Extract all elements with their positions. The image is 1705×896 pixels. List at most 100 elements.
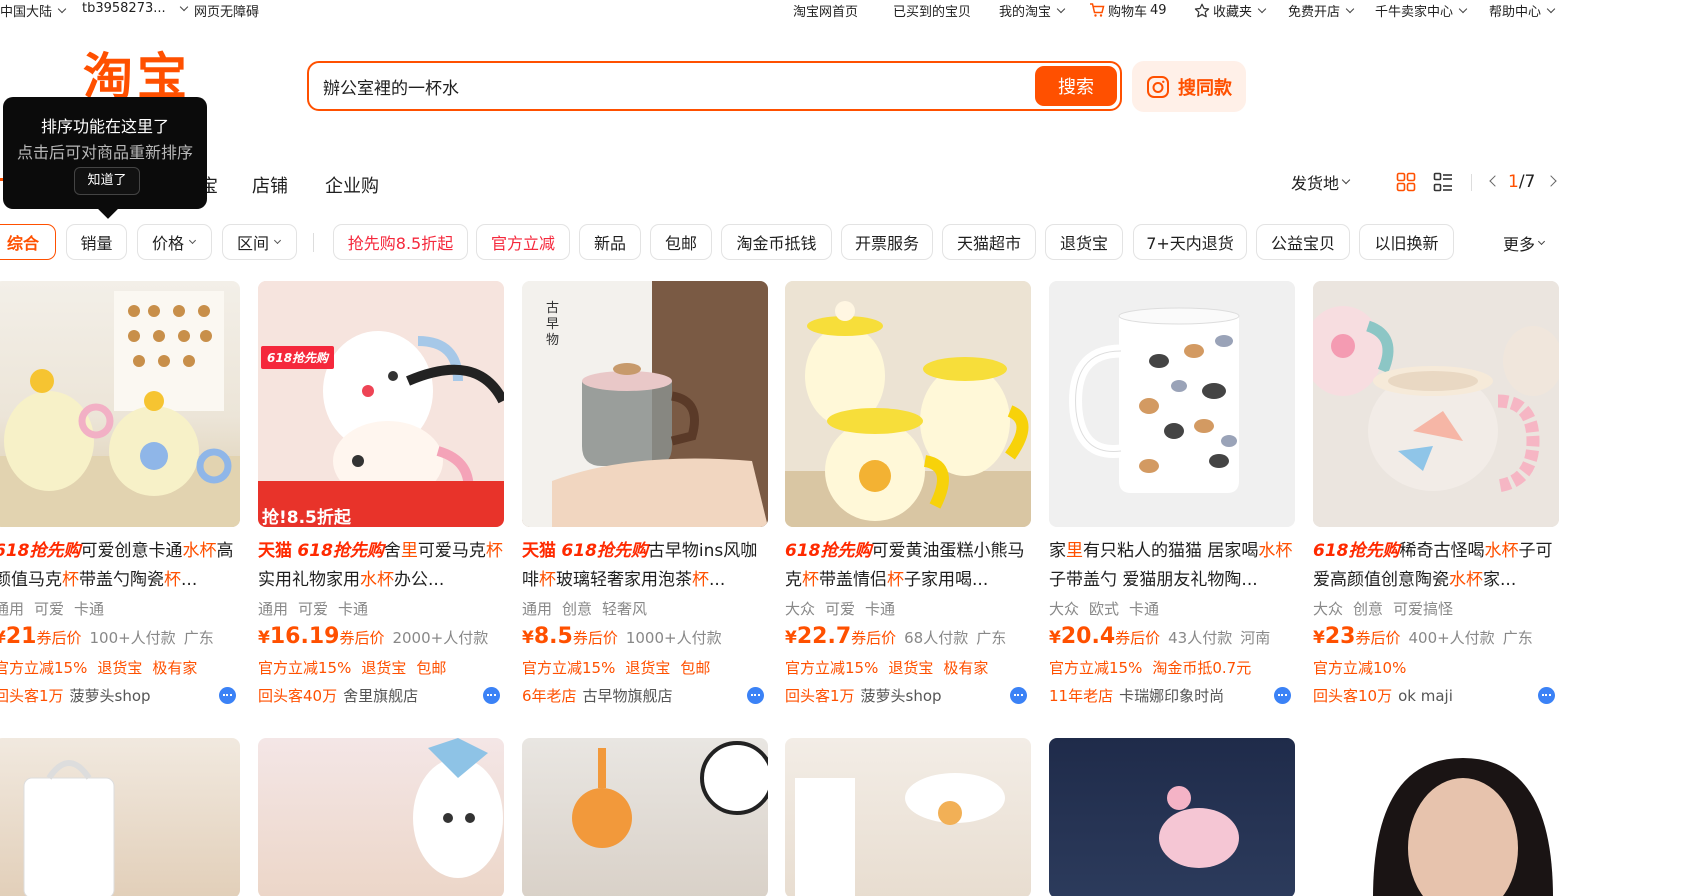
promo: 极有家: [943, 659, 989, 677]
sort-overall-chip[interactable]: 综合: [0, 224, 56, 260]
product-card[interactable]: 家里有只粘人的猫猫 居家喝水杯子带盖勺 爱猫朋友礼物陶... 大众 欧式 卡通 ¥2…: [1049, 281, 1295, 721]
product-image[interactable]: [1313, 738, 1559, 896]
chat-icon[interactable]: [483, 687, 500, 704]
product-card[interactable]: 618抢先购 抢!8.5折起 天猫 618抢先购舍里可爱马克杯实用礼物家用水杯办…: [258, 281, 504, 721]
shop-tag: 回头客1万: [785, 687, 855, 705]
tab-shops[interactable]: 店铺: [252, 172, 288, 198]
promo: 退货宝: [625, 659, 671, 677]
tag: 可爱: [825, 600, 856, 618]
cart-icon: [1090, 3, 1105, 17]
product-image[interactable]: [1049, 281, 1295, 527]
camera-icon: [1147, 75, 1169, 98]
chat-icon[interactable]: [1274, 687, 1291, 704]
prev-page-icon[interactable]: [1489, 175, 1501, 187]
user-menu[interactable]: tb3958273...: [82, 1, 189, 16]
sort-price-chip[interactable]: 价格: [137, 224, 212, 260]
product-image[interactable]: [785, 738, 1031, 896]
tooltip-dismiss-button[interactable]: 知道了: [74, 167, 140, 195]
product-title[interactable]: 618抢先购可爱黄油蛋糕小熊马克杯带盖情侣杯子家用喝...: [785, 537, 1031, 595]
product-title[interactable]: 家里有只粘人的猫猫 居家喝水杯子带盖勺 爱猫朋友礼物陶...: [1049, 537, 1295, 595]
product-card[interactable]: 古早物 天猫 618抢先购古早物ins风咖啡杯玻璃轻奢家用泡茶杯... 通用 创意…: [522, 281, 768, 721]
filter-chip-7day-return[interactable]: 7+天内退货: [1133, 224, 1247, 260]
more-filters-label: 更多: [1503, 235, 1536, 254]
product-title[interactable]: 天猫 618抢先购舍里可爱马克杯实用礼物家用水杯办公...: [258, 537, 504, 595]
cart-link[interactable]: 购物车 49: [1089, 1, 1167, 20]
product-image[interactable]: [258, 738, 504, 896]
sort-price-label: 价格: [151, 234, 184, 253]
next-page-icon[interactable]: [1545, 175, 1557, 187]
filter-chip-return-insurance[interactable]: 退货宝: [1045, 224, 1123, 260]
bought-items-link[interactable]: 已买到的宝贝: [893, 1, 971, 20]
product-image[interactable]: 618抢先购 抢!8.5折起: [258, 281, 504, 527]
search-same-style-button[interactable]: 搜同款: [1132, 61, 1246, 112]
chip-label: 淘金币抵钱: [736, 234, 817, 253]
chat-icon[interactable]: [1538, 687, 1555, 704]
promo: 官方立减15%: [258, 659, 352, 677]
sort-sales-chip[interactable]: 销量: [66, 224, 127, 260]
product-title[interactable]: 天猫 618抢先购古早物ins风咖啡杯玻璃轻奢家用泡茶杯...: [522, 537, 768, 595]
filter-chip-coins[interactable]: 淘金币抵钱: [721, 224, 832, 260]
shop-info[interactable]: 11年老店 卡瑞娜印象时尚: [1049, 685, 1224, 706]
product-card[interactable]: 618抢先购可爱黄油蛋糕小熊马克杯带盖情侣杯子家用喝... 大众 可爱 卡通 ¥22…: [785, 281, 1031, 721]
tab-enterprise[interactable]: 企业购: [325, 172, 379, 198]
chip-label: 以旧换新: [1374, 234, 1439, 253]
grid-view-toggle[interactable]: [1396, 172, 1416, 196]
product-image[interactable]: [0, 738, 240, 896]
product-image[interactable]: [0, 281, 240, 527]
after-coupon-label: 券后价: [1115, 629, 1161, 647]
product-title[interactable]: 618抢先购可爱创意卡通水杯高颜值马克杯带盖勺陶瓷杯...: [0, 537, 240, 595]
tag: 轻奢风: [602, 600, 648, 618]
taobao-logo[interactable]: 淘宝: [83, 52, 191, 102]
filter-chip-tmall-supermarket[interactable]: 天猫超市: [942, 224, 1036, 260]
open-shop-menu[interactable]: 免费开店: [1288, 1, 1355, 20]
filter-chip-new[interactable]: 新品: [579, 224, 641, 260]
product-image[interactable]: 古早物: [522, 281, 768, 527]
ship-from-filter[interactable]: 发货地: [1291, 170, 1351, 194]
my-taobao-menu[interactable]: 我的淘宝: [999, 1, 1066, 20]
more-filters-button[interactable]: 更多: [1503, 231, 1546, 255]
product-card[interactable]: 618抢先购可爱创意卡通水杯高颜值马克杯带盖勺陶瓷杯... 通用可爱卡通 ¥21…: [0, 281, 240, 721]
filter-chip-trade-in[interactable]: 以旧换新: [1359, 224, 1454, 260]
seller-center-menu[interactable]: 千牛卖家中心: [1375, 1, 1468, 20]
product-tags: 通用 创意 轻奢风: [522, 598, 657, 619]
shop-tag: 回头客40万: [258, 687, 338, 705]
chevron-down-icon: [1056, 4, 1066, 13]
tooltip-description: 点击后可对商品重新排序: [16, 143, 193, 162]
sold-count: 43人付款: [1168, 629, 1233, 647]
shop-info[interactable]: 回头客1万 菠萝头shop: [785, 685, 942, 706]
product-image[interactable]: [1049, 738, 1295, 896]
presale-badge: 618抢先购: [1313, 541, 1400, 561]
price-range-chip[interactable]: 区间: [222, 224, 297, 260]
search-input[interactable]: [323, 63, 1003, 109]
help-center-menu[interactable]: 帮助中心: [1489, 1, 1556, 20]
filter-chip-free-shipping[interactable]: 包邮: [650, 224, 712, 260]
shop-info[interactable]: 回头客1万 菠萝头shop: [0, 685, 151, 706]
list-view-toggle[interactable]: [1433, 172, 1453, 196]
product-image[interactable]: [785, 281, 1031, 527]
filter-chip-presale[interactable]: 抢先购8.5折起: [333, 224, 468, 260]
username-label: tb3958273...: [82, 1, 166, 16]
filter-chip-charity[interactable]: 公益宝贝: [1256, 224, 1350, 260]
region-selector[interactable]: 中国大陆: [0, 1, 67, 20]
search-button[interactable]: 搜索: [1035, 66, 1117, 106]
chat-icon[interactable]: [1010, 687, 1027, 704]
product-title[interactable]: 618抢先购稀奇古怪喝水杯子可爱高颜值创意陶瓷水杯家...: [1313, 537, 1559, 595]
favorites-menu[interactable]: 收藏夹: [1194, 1, 1267, 20]
accessibility-link[interactable]: 网页无障碍: [194, 1, 259, 20]
chip-label: 开票服务: [854, 234, 919, 253]
chat-icon[interactable]: [747, 687, 764, 704]
chat-icon[interactable]: [219, 687, 236, 704]
divider: [1471, 174, 1472, 191]
shop-info[interactable]: 回头客10万 ok maji: [1313, 685, 1453, 706]
product-card[interactable]: 618抢先购稀奇古怪喝水杯子可爱高颜值创意陶瓷水杯家... 大众 创意 可爱搞怪 ¥…: [1313, 281, 1559, 721]
product-image[interactable]: [522, 738, 768, 896]
product-image[interactable]: [1313, 281, 1559, 527]
shop-info[interactable]: 6年老店 古早物旗舰店: [522, 685, 673, 706]
home-link[interactable]: 淘宝网首页: [793, 1, 858, 20]
chip-label: 包邮: [664, 234, 697, 253]
shop-info[interactable]: 回头客40万 舍里旗舰店: [258, 685, 418, 706]
price-value: 16.19: [269, 624, 340, 649]
filter-chip-invoice[interactable]: 开票服务: [841, 224, 933, 260]
filter-chip-official-discount[interactable]: 官方立减: [476, 224, 570, 260]
chevron-down-icon: [188, 236, 197, 244]
